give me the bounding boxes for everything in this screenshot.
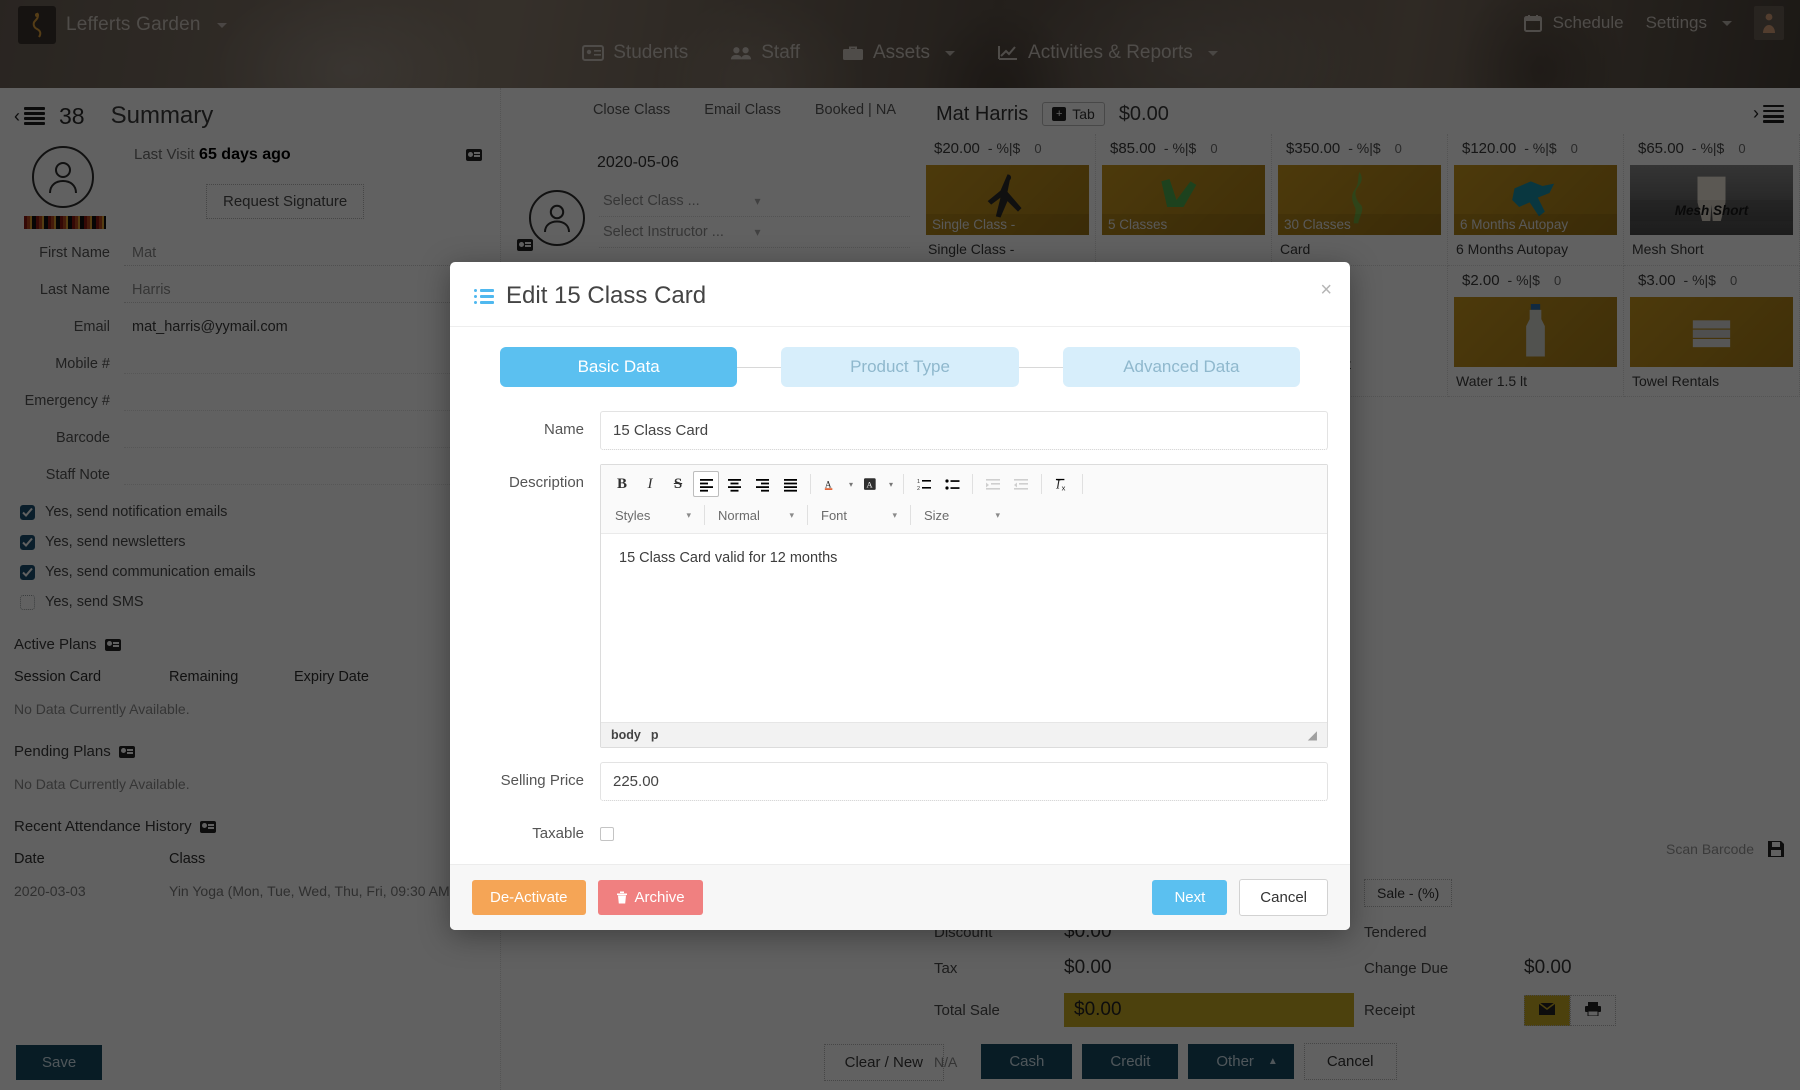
format-label: Normal (718, 507, 760, 523)
chevron-down-icon: ▾ (789, 509, 794, 520)
description-control: B I S A ▾ A ▾ 1 2 I x Styles ▾ Normal ▾ … (600, 464, 1328, 748)
svg-text:A: A (824, 479, 831, 489)
align-right-icon[interactable] (749, 471, 775, 497)
step-advanced-data[interactable]: Advanced Data (1062, 347, 1300, 387)
font-label: Font (821, 507, 848, 523)
name-control (600, 411, 1328, 450)
modal-body: Name Description B I S (450, 395, 1350, 864)
styles-dropdown[interactable]: Styles ▾ (609, 503, 697, 527)
step-connector (737, 366, 782, 368)
name-label: Name (543, 421, 584, 438)
selling-price-row: Selling Price (472, 762, 1328, 801)
description-label: Description (508, 474, 584, 491)
taxable-checkbox[interactable] (600, 827, 614, 841)
description-editor-area[interactable]: 15 Class Card valid for 12 months (601, 534, 1327, 722)
step-basic-data[interactable]: Basic Data (500, 347, 738, 387)
step-product-type[interactable]: Product Type (781, 347, 1019, 387)
selling-price-input[interactable] (600, 762, 1328, 801)
font-dropdown[interactable]: Font ▾ (815, 503, 903, 527)
chevron-down-icon: ▾ (892, 509, 897, 520)
toolbar-separator (972, 474, 973, 494)
editor-toolbar-row-1: B I S A ▾ A ▾ 1 2 I x (609, 471, 1319, 497)
cancel-button[interactable]: Cancel (1239, 879, 1328, 916)
resize-grip-icon[interactable]: ◢ (1308, 728, 1317, 742)
name-field-row: Name (472, 411, 1328, 450)
selling-price-control (600, 762, 1328, 801)
svg-text:2: 2 (917, 486, 920, 492)
text-color-icon[interactable]: A (818, 471, 844, 497)
background-color-dropdown[interactable]: ▾ (886, 471, 896, 497)
styles-label: Styles (615, 507, 651, 523)
align-center-icon[interactable] (721, 471, 747, 497)
modal-footer: De-Activate Archive Next Cancel (450, 864, 1350, 930)
paragraph-format-dropdown[interactable]: Normal ▾ (712, 503, 800, 527)
step-connector (1018, 366, 1063, 368)
trash-icon (616, 891, 627, 904)
archive-label: Archive (634, 889, 685, 906)
toolbar-separator (807, 505, 808, 525)
toolbar-separator (910, 505, 911, 525)
wizard-steps: Basic Data Product Type Advanced Data (450, 327, 1350, 395)
list-icon (474, 286, 494, 307)
taxable-row: Taxable (472, 815, 1328, 842)
taxable-control (600, 815, 1328, 841)
bulleted-list-icon[interactable] (939, 471, 965, 497)
text-color-dropdown[interactable]: ▾ (846, 471, 856, 497)
edit-product-modal: Edit 15 Class Card × Basic Data Product … (450, 262, 1350, 930)
name-input[interactable] (600, 411, 1328, 450)
toolbar-separator (810, 474, 811, 494)
path-p[interactable]: p (651, 728, 659, 742)
align-left-icon[interactable] (693, 471, 719, 497)
modal-title-row: Edit 15 Class Card (474, 282, 1326, 310)
archive-button[interactable]: Archive (597, 880, 703, 915)
editor-element-path: body p ◢ (601, 722, 1327, 747)
chevron-down-icon: ▾ (686, 509, 691, 520)
bold-icon[interactable]: B (609, 471, 635, 497)
editor-toolbar-row-2: Styles ▾ Normal ▾ Font ▾ Size ▾ (609, 497, 1319, 527)
editor-toolbar: B I S A ▾ A ▾ 1 2 I x Styles ▾ Normal ▾ … (601, 465, 1327, 534)
description-field-row: Description B I S A ▾ A ▾ 1 2 I x Styles… (472, 464, 1328, 748)
modal-header: Edit 15 Class Card × (450, 262, 1350, 327)
toolbar-separator (1041, 474, 1042, 494)
svg-text:1: 1 (917, 479, 920, 485)
path-body[interactable]: body (611, 728, 641, 742)
numbered-list-icon[interactable]: 12 (911, 471, 937, 497)
toolbar-separator (903, 474, 904, 494)
align-justify-icon[interactable] (777, 471, 803, 497)
background-color-icon[interactable]: A (858, 471, 884, 497)
app-root: Lefferts Garden Students Staff Assets Ac… (0, 0, 1800, 1090)
increase-indent-icon[interactable] (1008, 471, 1034, 497)
strikethrough-icon[interactable]: S (665, 471, 691, 497)
size-dropdown[interactable]: Size ▾ (918, 503, 1006, 527)
selling-price-label: Selling Price (500, 772, 584, 789)
size-label: Size (924, 507, 950, 523)
toolbar-separator (1082, 474, 1083, 494)
deactivate-button[interactable]: De-Activate (472, 880, 586, 915)
decrease-indent-icon[interactable] (980, 471, 1006, 497)
italic-icon[interactable]: I (637, 471, 663, 497)
modal-title: Edit 15 Class Card (506, 282, 707, 309)
svg-text:A: A (866, 480, 872, 489)
remove-format-icon[interactable]: Ix (1049, 471, 1075, 497)
toolbar-separator (704, 505, 705, 525)
svg-text:x: x (1061, 483, 1065, 491)
chevron-down-icon: ▾ (995, 509, 1000, 520)
rich-text-editor: B I S A ▾ A ▾ 1 2 I x Styles ▾ Normal ▾ … (600, 464, 1328, 748)
next-button[interactable]: Next (1152, 880, 1228, 915)
taxable-label: Taxable (532, 825, 584, 842)
close-icon[interactable]: × (1320, 280, 1332, 300)
